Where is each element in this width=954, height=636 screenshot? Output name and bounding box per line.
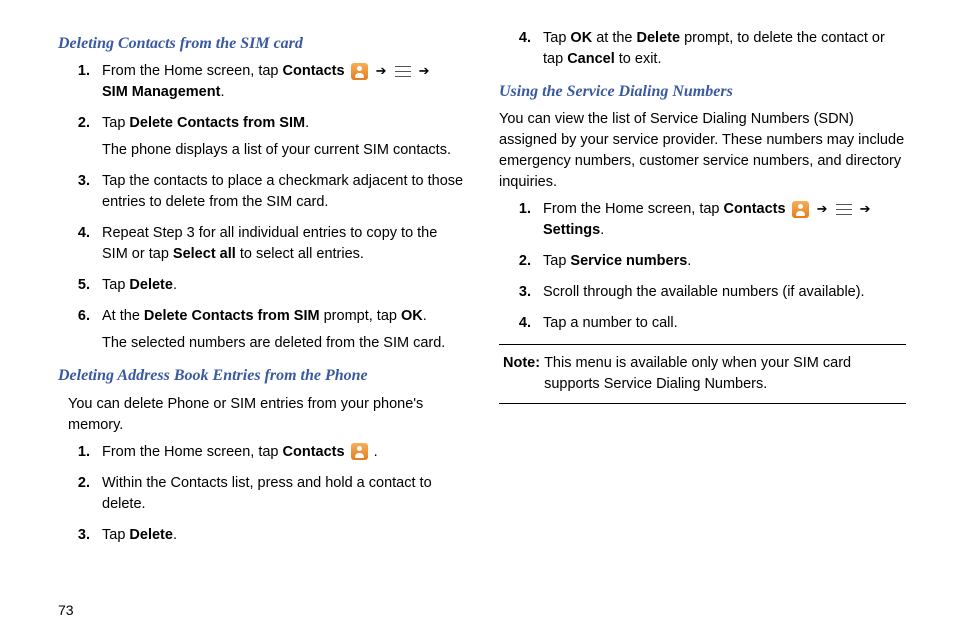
step-number: 2.: [58, 113, 102, 161]
step-body: From the Home screen, tap Contacts .: [102, 442, 465, 463]
text: Tap: [543, 253, 570, 269]
step-number: 4.: [58, 223, 102, 265]
bold-text: OK: [570, 30, 592, 46]
bold-text: Service numbers: [570, 253, 687, 269]
step-item: 2. Tap Service numbers.: [499, 251, 906, 272]
steps-deleting-address-book: 1. From the Home screen, tap Contacts . …: [58, 442, 465, 546]
step-item: 4. Repeat Step 3 for all individual entr…: [58, 223, 465, 265]
step-body: Tap Delete.: [102, 275, 465, 296]
section-intro: You can view the list of Service Dialing…: [499, 109, 906, 193]
step-number: 4.: [499, 313, 543, 334]
text: Tap: [543, 30, 570, 46]
step-body: Repeat Step 3 for all individual entries…: [102, 223, 465, 265]
steps-service-dialing: 1. From the Home screen, tap Contacts ➔ …: [499, 199, 906, 334]
sub-text: The phone displays a list of your curren…: [102, 140, 465, 161]
menu-icon: [836, 204, 852, 215]
step-number: 3.: [58, 525, 102, 546]
text: From the Home screen, tap: [102, 444, 283, 460]
step-item: 3. Tap the contacts to place a checkmark…: [58, 171, 465, 213]
step-number: 3.: [499, 282, 543, 303]
step-item: 1. From the Home screen, tap Contacts ➔ …: [58, 61, 465, 103]
text: Tap: [102, 115, 129, 131]
text: From the Home screen, tap: [543, 201, 724, 217]
step-number: 1.: [499, 199, 543, 241]
step-body: Tap the contacts to place a checkmark ad…: [102, 171, 465, 213]
step-number: 1.: [58, 61, 102, 103]
step-number: 1.: [58, 442, 102, 463]
page-number: 73: [58, 600, 74, 620]
step-number: 4.: [499, 28, 543, 70]
steps-continued: 4. Tap OK at the Delete prompt, to delet…: [499, 28, 906, 70]
text: Tap: [102, 527, 129, 543]
step-body: Tap Service numbers.: [543, 251, 906, 272]
contacts-icon: [351, 63, 368, 80]
step-number: 5.: [58, 275, 102, 296]
section-title-service-dialing: Using the Service Dialing Numbers: [499, 80, 906, 103]
step-item: 4. Tap OK at the Delete prompt, to delet…: [499, 28, 906, 70]
contacts-icon: [351, 443, 368, 460]
bold-text: Delete: [129, 527, 173, 543]
text: to select all entries.: [236, 246, 364, 262]
bold-text: Delete Contacts from SIM: [144, 308, 320, 324]
bold-text: Delete: [129, 277, 173, 293]
section-intro: You can delete Phone or SIM entries from…: [68, 394, 465, 436]
text: From the Home screen, tap: [102, 63, 283, 79]
step-number: 2.: [499, 251, 543, 272]
bold-text: Select all: [173, 246, 236, 262]
bold-text: SIM Management: [102, 84, 220, 100]
step-body: Tap OK at the Delete prompt, to delete t…: [543, 28, 906, 70]
section-title-deleting-sim: Deleting Contacts from the SIM card: [58, 32, 465, 55]
right-column: 4. Tap OK at the Delete prompt, to delet…: [499, 28, 906, 556]
step-body: Scroll through the available numbers (if…: [543, 282, 906, 303]
bold-text: Contacts: [283, 63, 345, 79]
step-item: 2. Tap Delete Contacts from SIM. The pho…: [58, 113, 465, 161]
note-label: Note:: [503, 353, 544, 395]
bold-text: Settings: [543, 222, 600, 238]
bold-text: Delete Contacts from SIM: [129, 115, 305, 131]
step-body: Within the Contacts list, press and hold…: [102, 473, 465, 515]
left-column: Deleting Contacts from the SIM card 1. F…: [58, 28, 465, 556]
step-item: 4. Tap a number to call.: [499, 313, 906, 334]
step-item: 3. Scroll through the available numbers …: [499, 282, 906, 303]
two-column-layout: Deleting Contacts from the SIM card 1. F…: [58, 28, 906, 556]
section-title-deleting-address-book: Deleting Address Book Entries from the P…: [58, 364, 465, 387]
step-number: 3.: [58, 171, 102, 213]
note-text: This menu is available only when your SI…: [544, 353, 902, 395]
contacts-icon: [792, 201, 809, 218]
step-body: Tap a number to call.: [543, 313, 906, 334]
arrow-icon: ➔: [376, 62, 387, 81]
step-body: Tap Delete.: [102, 525, 465, 546]
arrow-icon: ➔: [860, 200, 871, 219]
step-item: 5. Tap Delete.: [58, 275, 465, 296]
step-body: At the Delete Contacts from SIM prompt, …: [102, 306, 465, 354]
step-body: Tap Delete Contacts from SIM. The phone …: [102, 113, 465, 161]
steps-deleting-sim: 1. From the Home screen, tap Contacts ➔ …: [58, 61, 465, 354]
bold-text: Cancel: [567, 51, 615, 67]
bold-text: Contacts: [724, 201, 786, 217]
bold-text: Contacts: [283, 444, 345, 460]
text: prompt, tap: [320, 308, 401, 324]
arrow-icon: ➔: [817, 200, 828, 219]
step-item: 6. At the Delete Contacts from SIM promp…: [58, 306, 465, 354]
step-item: 1. From the Home screen, tap Contacts ➔ …: [499, 199, 906, 241]
bold-text: OK: [401, 308, 423, 324]
sub-text: The selected numbers are deleted from th…: [102, 333, 465, 354]
step-body: From the Home screen, tap Contacts ➔ ➔ S…: [543, 199, 906, 241]
bold-text: Delete: [637, 30, 681, 46]
menu-icon: [395, 66, 411, 77]
step-number: 6.: [58, 306, 102, 354]
text: to exit.: [615, 51, 662, 67]
text: At the: [102, 308, 144, 324]
note-block: Note: This menu is available only when y…: [499, 344, 906, 404]
arrow-icon: ➔: [419, 62, 430, 81]
step-item: 2. Within the Contacts list, press and h…: [58, 473, 465, 515]
text: Tap: [102, 277, 129, 293]
text: at the: [592, 30, 636, 46]
step-body: From the Home screen, tap Contacts ➔ ➔ S…: [102, 61, 465, 103]
step-number: 2.: [58, 473, 102, 515]
step-item: 3. Tap Delete.: [58, 525, 465, 546]
step-item: 1. From the Home screen, tap Contacts .: [58, 442, 465, 463]
